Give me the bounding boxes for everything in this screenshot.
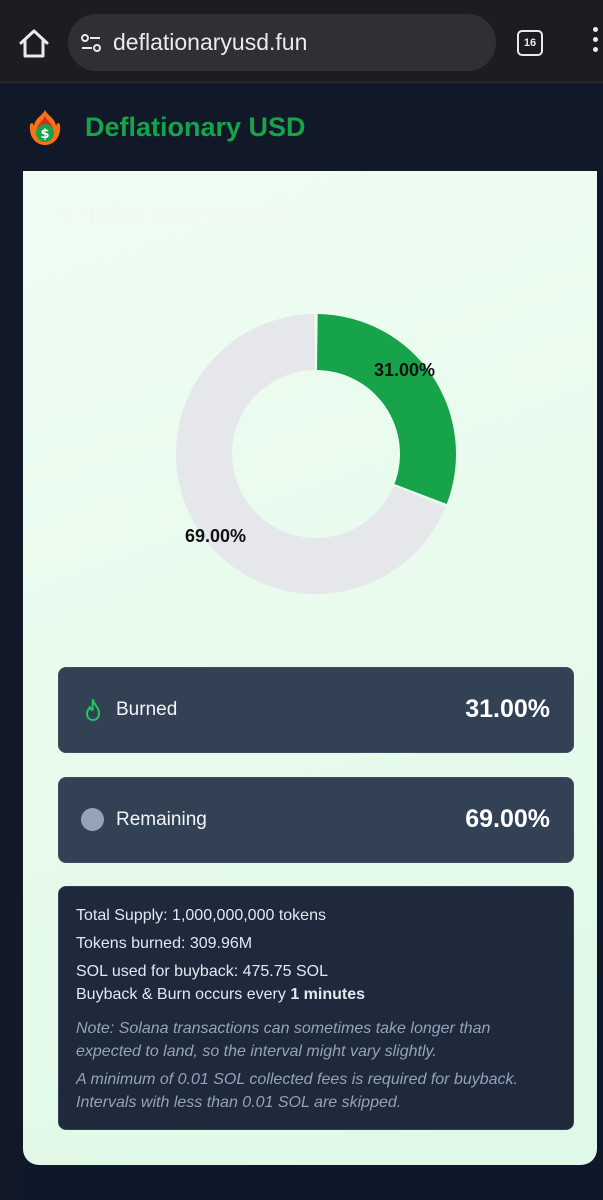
remaining-stat-row: Remaining 69.00%: [58, 777, 574, 863]
brand-title[interactable]: Deflationary USD: [85, 111, 306, 143]
remaining-dot-icon: [81, 808, 104, 831]
interval-prefix: Buyback & Burn occurs every: [76, 986, 291, 1003]
burn-donut-chart: 31.00% 69.00%: [173, 311, 459, 597]
burned-label: Burned: [116, 699, 178, 720]
overflow-menu-icon[interactable]: [588, 27, 603, 59]
svg-text:$: $: [40, 127, 49, 142]
home-icon[interactable]: [17, 27, 51, 61]
burned-value: 31.00%: [465, 695, 550, 723]
burned-stat-row: Burned 31.00%: [58, 667, 574, 753]
page-sidebar-edge: [0, 171, 23, 1200]
flaming-dollar-logo-icon: $: [28, 108, 62, 146]
trending-down-icon: ↘: [58, 204, 76, 227]
tokens-burned-text: Tokens burned: 309.96M: [76, 935, 253, 952]
site-header: $ Deflationary USD: [0, 83, 603, 171]
burn-progress-card: ↘ Token Burn Progress 31.00% 69.00% Burne…: [23, 171, 597, 1165]
note-minimum-fees: A minimum of 0.01 SOL collected fees is …: [76, 1071, 518, 1111]
remaining-label: Remaining: [116, 809, 207, 830]
remaining-slice-label: 69.00%: [185, 526, 247, 546]
flame-icon: [82, 698, 104, 722]
sol-used-text: SOL used for buyback: 475.75 SOL: [76, 963, 329, 980]
burned-slice-label: 31.00%: [374, 360, 436, 380]
remaining-value: 69.00%: [465, 805, 550, 833]
address-bar[interactable]: deflationaryusd.fun: [68, 14, 496, 71]
site-settings-icon[interactable]: [80, 32, 102, 54]
note-transaction-delay: Note: Solana transactions can sometimes …: [76, 1020, 491, 1060]
card-title: ↘ Token Burn Progress: [58, 203, 298, 228]
card-title-text: Token Burn Progress: [85, 204, 298, 227]
interval-text: Buyback & Burn occurs every 1 minutes: [76, 985, 365, 1005]
interval-value: 1 minutes: [290, 986, 365, 1003]
tab-switcher-button[interactable]: 16: [517, 30, 543, 56]
token-info-panel: Total Supply: 1,000,000,000 tokens Token…: [58, 886, 574, 1130]
donut-slice-burned: [317, 314, 456, 504]
total-supply-text: Total Supply: 1,000,000,000 tokens: [76, 907, 326, 924]
url-text[interactable]: deflationaryusd.fun: [113, 28, 307, 56]
browser-toolbar: deflationaryusd.fun 16: [0, 0, 603, 83]
